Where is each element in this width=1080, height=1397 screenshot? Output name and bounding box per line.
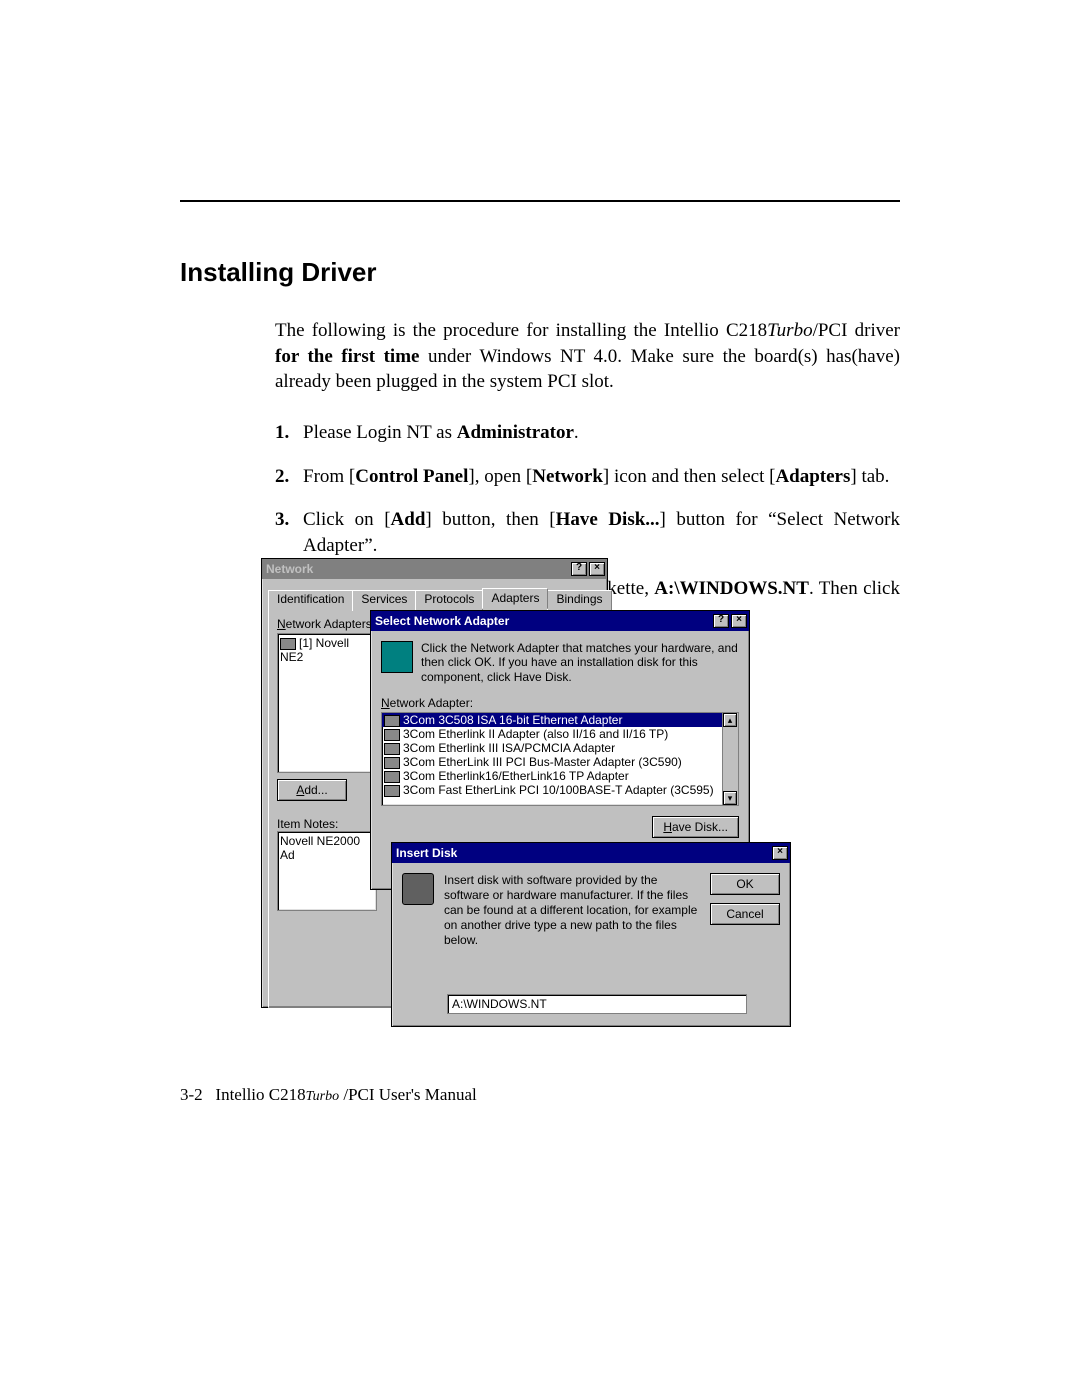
- item-notes-box: Novell NE2000 Ad: [277, 831, 377, 911]
- adapter-large-icon: [381, 641, 413, 673]
- adapter-icon: [384, 715, 400, 727]
- tab-services[interactable]: Services: [352, 590, 416, 611]
- adapter-listbox[interactable]: 3Com 3C508 ISA 16-bit Ethernet Adapter 3…: [381, 712, 739, 806]
- insert-title: Insert Disk: [396, 846, 770, 860]
- page-footer: 3-2 Intellio C218Turbo /PCI User's Manua…: [180, 1085, 477, 1105]
- ok-button[interactable]: OK: [710, 873, 780, 895]
- insert-disk-window: Insert Disk × Insert disk with software …: [391, 842, 791, 1027]
- divider: [180, 200, 900, 202]
- close-button[interactable]: ×: [731, 614, 747, 628]
- adapter-icon: [384, 785, 400, 797]
- insert-titlebar[interactable]: Insert Disk ×: [392, 843, 790, 863]
- tab-adapters[interactable]: Adapters: [482, 588, 548, 609]
- adapter-icon: [384, 743, 400, 755]
- adapter-icon: [384, 771, 400, 783]
- disk-icon: [402, 873, 434, 905]
- network-titlebar[interactable]: Network ? ×: [262, 559, 607, 579]
- help-button[interactable]: ?: [571, 562, 587, 576]
- network-adapters-list[interactable]: [1] Novell NE2: [277, 633, 377, 773]
- list-item[interactable]: 3Com EtherLink III PCI Bus-Master Adapte…: [382, 755, 722, 769]
- list-item[interactable]: 3Com Etherlink III ISA/PCMCIA Adapter: [382, 741, 722, 755]
- list-item[interactable]: [1] Novell NE2: [280, 636, 374, 664]
- page-number: 3-2: [180, 1085, 203, 1104]
- list-item[interactable]: 3Com Etherlink II Adapter (also II/16 an…: [382, 727, 722, 741]
- step-3: 3. Click on [Add] button, then [Have Dis…: [275, 507, 900, 558]
- list-item[interactable]: 3Com Fast EtherLink PCI 10/100BASE-T Ada…: [382, 783, 722, 797]
- select-titlebar[interactable]: Select Network Adapter ? ×: [371, 611, 749, 631]
- tabs-row: Identification Services Protocols Adapte…: [268, 587, 601, 608]
- tab-bindings[interactable]: Bindings: [547, 590, 611, 611]
- tab-identification[interactable]: Identification: [268, 590, 353, 611]
- select-title: Select Network Adapter: [375, 614, 711, 628]
- list-item[interactable]: 3Com Etherlink16/EtherLink16 TP Adapter: [382, 769, 722, 783]
- path-input[interactable]: [447, 994, 747, 1014]
- step-2: 2. From [Control Panel], open [Network] …: [275, 464, 900, 490]
- scrollbar[interactable]: ▴ ▾: [722, 713, 738, 805]
- have-disk-button[interactable]: Have Disk...: [652, 816, 739, 838]
- step-1: 1. Please Login NT as Administrator.: [275, 420, 900, 446]
- adapter-icon: [384, 729, 400, 741]
- section-heading: Installing Driver: [180, 257, 900, 288]
- network-title: Network: [266, 562, 569, 576]
- scroll-up-button[interactable]: ▴: [723, 713, 737, 727]
- adapter-icon: [280, 638, 296, 650]
- intro-paragraph: The following is the procedure for insta…: [275, 318, 900, 395]
- close-button[interactable]: ×: [589, 562, 605, 576]
- scroll-down-button[interactable]: ▾: [723, 791, 737, 805]
- select-instruction: Click the Network Adapter that matches y…: [421, 641, 739, 684]
- list-item[interactable]: 3Com 3C508 ISA 16-bit Ethernet Adapter: [382, 713, 722, 727]
- step-number: 2.: [275, 464, 303, 490]
- insert-message: Insert disk with software provided by th…: [444, 873, 700, 948]
- step-number: 3.: [275, 507, 303, 558]
- cancel-button[interactable]: Cancel: [710, 903, 780, 925]
- close-button[interactable]: ×: [772, 846, 788, 860]
- tab-protocols[interactable]: Protocols: [415, 590, 483, 611]
- network-adapter-list-label: Network Adapter:: [381, 696, 739, 710]
- help-button[interactable]: ?: [713, 614, 729, 628]
- step-number: 1.: [275, 420, 303, 446]
- manual-title: Intellio C218Turbo /PCI User's Manual: [215, 1085, 476, 1104]
- add-button[interactable]: Add...: [277, 779, 347, 801]
- adapter-icon: [384, 757, 400, 769]
